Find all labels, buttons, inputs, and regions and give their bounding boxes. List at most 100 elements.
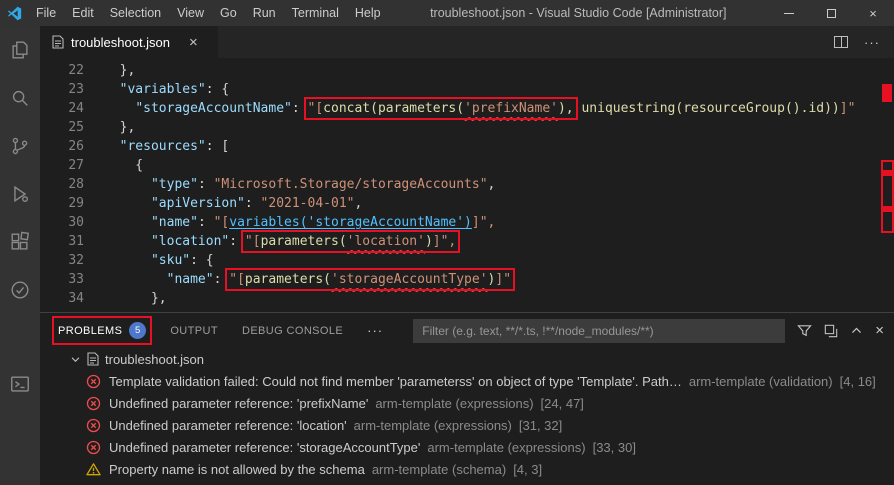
code-line[interactable]: 28 "type": "Microsoft.Storage/storageAcc… [40, 175, 894, 194]
terminal-icon[interactable] [0, 360, 40, 408]
menu-terminal[interactable]: Terminal [284, 0, 347, 26]
vscode-window: File Edit Selection View Go Run Terminal… [0, 0, 894, 485]
code-line-content[interactable]: "name": "[variables('storageAccountName'… [104, 213, 495, 232]
code-line-content[interactable]: }, [104, 61, 135, 80]
code-line-content[interactable]: "variables": { [104, 80, 229, 99]
code-line[interactable]: 33 "name": "[parameters('storageAccountT… [40, 270, 894, 289]
menu-go[interactable]: Go [212, 0, 245, 26]
code-line-content[interactable]: "name": "[parameters('storageAccountType… [104, 270, 511, 289]
panel-more-tabs-icon[interactable]: ··· [367, 323, 383, 338]
problems-list: troubleshoot.json Template validation fa… [40, 348, 894, 485]
tab-problems[interactable]: PROBLEMS 5 [58, 322, 146, 339]
tab-troubleshoot-json[interactable]: troubleshoot.json × [40, 26, 218, 58]
variable-reference-link[interactable]: variables('storageAccountName') [229, 215, 472, 230]
close-window-button[interactable]: × [852, 0, 894, 26]
problem-message: Undefined parameter reference: 'storageA… [109, 440, 420, 455]
line-number: 32 [40, 251, 104, 270]
problem-message: Undefined parameter reference: 'prefixNa… [109, 396, 368, 411]
split-editor-icon[interactable] [834, 36, 848, 48]
code-line-content[interactable]: "apiVersion": "2021-04-01", [104, 194, 362, 213]
file-group-label: troubleshoot.json [105, 352, 204, 367]
code-line[interactable]: 23 "variables": { [40, 80, 894, 99]
code-line[interactable]: 26 "resources": [ [40, 137, 894, 156]
code-line-content[interactable]: "location": "[parameters('location')]", [104, 232, 456, 251]
minimize-button[interactable] [768, 0, 810, 26]
activity-bar [0, 26, 40, 485]
menu-file[interactable]: File [28, 0, 64, 26]
tab-debug-console[interactable]: DEBUG CONSOLE [242, 325, 343, 337]
problem-message: Property name is not allowed by the sche… [109, 462, 365, 477]
code-line-content[interactable]: "type": "Microsoft.Storage/storageAccoun… [104, 175, 495, 194]
line-number: 23 [40, 80, 104, 99]
code-line[interactable]: 22 }, [40, 61, 894, 80]
maximize-icon [827, 9, 836, 18]
problem-row[interactable]: Property name is not allowed by the sche… [40, 458, 894, 480]
code-line[interactable]: 27 { [40, 156, 894, 175]
editor-scrollbar[interactable] [880, 58, 894, 312]
code-line[interactable]: 31 "location": "[parameters('location')]… [40, 232, 894, 251]
testing-icon[interactable] [0, 266, 40, 314]
debug-console-tab-label: DEBUG CONSOLE [242, 325, 343, 337]
problems-file-group[interactable]: troubleshoot.json [40, 348, 894, 370]
menu-edit[interactable]: Edit [64, 0, 102, 26]
maximize-button[interactable] [810, 0, 852, 26]
source-control-icon[interactable] [0, 122, 40, 170]
line-number: 27 [40, 156, 104, 175]
problems-filter-input[interactable] [413, 319, 785, 343]
title-bar: File Edit Selection View Go Run Terminal… [0, 0, 894, 26]
error-marker [882, 84, 892, 102]
extensions-icon[interactable] [0, 218, 40, 266]
warning-icon [86, 462, 101, 477]
code-line[interactable]: 24 "storageAccountName": "[concat(parame… [40, 99, 894, 118]
explorer-icon[interactable] [0, 26, 40, 74]
menu-help[interactable]: Help [347, 0, 389, 26]
code-line-content[interactable]: { [104, 156, 143, 175]
code-line-content[interactable]: "storageAccountName": "[concat(parameter… [104, 99, 855, 118]
problem-row[interactable]: Template validation failed: Could not fi… [40, 370, 894, 392]
code-line[interactable]: 29 "apiVersion": "2021-04-01", [40, 194, 894, 213]
search-icon[interactable] [0, 74, 40, 122]
code-line[interactable]: 25 }, [40, 118, 894, 137]
error-icon [86, 374, 101, 389]
close-panel-icon[interactable]: × [875, 323, 884, 338]
open-in-editor-icon[interactable] [824, 324, 838, 338]
problem-position: [31, 32] [519, 418, 562, 433]
problem-position: [4, 3] [513, 462, 542, 477]
code-line[interactable]: 34 }, [40, 289, 894, 308]
panel-actions: × [413, 319, 884, 343]
tab-label: troubleshoot.json [71, 35, 170, 50]
file-icon [52, 35, 64, 49]
line-number: 26 [40, 137, 104, 156]
problem-row[interactable]: Undefined parameter reference: 'prefixNa… [40, 392, 894, 414]
code-line-content[interactable]: }, [104, 289, 167, 308]
maximize-panel-icon[interactable] [850, 324, 863, 337]
editor-more-actions-icon[interactable]: ··· [864, 35, 880, 50]
output-tab-label: OUTPUT [170, 325, 218, 337]
window-title: troubleshoot.json - Visual Studio Code [… [389, 6, 768, 20]
problem-row[interactable]: Undefined parameter reference: 'storageA… [40, 436, 894, 458]
tab-bar-actions: ··· [834, 26, 894, 58]
panel-header: PROBLEMS 5 OUTPUT DEBUG CONSOLE ··· [40, 313, 894, 348]
menu-bar: File Edit Selection View Go Run Terminal… [28, 0, 389, 26]
code-line[interactable]: 32 "sku": { [40, 251, 894, 270]
error-icon [86, 418, 101, 433]
tab-output[interactable]: OUTPUT [170, 325, 218, 337]
code-line[interactable]: 30 "name": "[variables('storageAccountNa… [40, 213, 894, 232]
line-number: 33 [40, 270, 104, 289]
problem-source: arm-template (expressions) [354, 418, 512, 433]
menu-selection[interactable]: Selection [102, 0, 169, 26]
run-and-debug-icon[interactable] [0, 170, 40, 218]
code-line-content[interactable]: "resources": [ [104, 137, 229, 156]
code-line-content[interactable]: }, [104, 118, 135, 137]
menu-view[interactable]: View [169, 0, 212, 26]
tab-close-icon[interactable]: × [189, 35, 198, 50]
filter-icon[interactable] [797, 323, 812, 338]
window-controls: × [768, 0, 894, 26]
problem-row[interactable]: Undefined parameter reference: 'location… [40, 414, 894, 436]
line-number: 30 [40, 213, 104, 232]
menu-run[interactable]: Run [245, 0, 284, 26]
annotation-highlight-box: "[parameters('storageAccountType')]" [229, 272, 511, 287]
annotation-highlight-box: "[concat(parameters('prefixName'), [308, 101, 574, 116]
code-line-content[interactable]: "sku": { [104, 251, 214, 270]
code-editor[interactable]: 22 }, 23 "variables": { 24 "storageAccou… [40, 58, 894, 312]
